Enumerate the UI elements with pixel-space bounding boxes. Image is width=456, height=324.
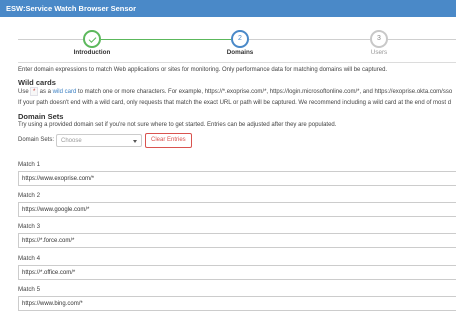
wildcards-line-1: Use * as a wild card to match one or mor… (18, 87, 456, 97)
match-4-input[interactable]: https://*.office.com/* (18, 265, 456, 280)
match-1-label: Match 1 (18, 161, 41, 168)
match-5-label: Match 5 (18, 286, 41, 293)
window-title-bar: ESW:Service Watch Browser Sensor (0, 0, 456, 17)
wildcards-text-mid: as a (37, 89, 53, 95)
wizard-line-right (388, 39, 456, 40)
chevron-down-icon (133, 139, 137, 143)
check-icon (88, 35, 96, 43)
domain-sets-description: Try using a provided domain set if you'r… (18, 122, 337, 128)
step-users-circle[interactable]: 3 (370, 30, 388, 48)
match-3-input[interactable]: https://*.force.com/* (18, 233, 456, 248)
domain-sets-row: Domain Sets: Choose Clear Entries (18, 132, 456, 148)
step-introduction-circle[interactable] (83, 30, 101, 48)
step-domains-circle[interactable]: 2 (231, 30, 249, 48)
match-1: Match 1 https://www.exoprise.com/* (18, 161, 456, 186)
match-2: Match 2 https://www.google.com/* (18, 192, 456, 217)
clear-entries-button[interactable]: Clear Entries (145, 132, 192, 148)
wildcards-heading: Wild cards (18, 78, 56, 87)
match-3: Match 3 https://*.force.com/* (18, 223, 456, 248)
match-4: Match 4 https://*.office.com/* (18, 255, 456, 280)
match-2-label: Match 2 (18, 192, 41, 199)
window-title: ESW:Service Watch Browser Sensor (6, 4, 137, 13)
intro-text: Enter domain expressions to match Web ap… (18, 67, 388, 73)
match-1-input[interactable]: https://www.exoprise.com/* (18, 171, 456, 186)
wildcards-text-pre: Use (18, 89, 31, 95)
domain-sets-label: Domain Sets: (18, 137, 55, 143)
match-3-label: Match 3 (18, 223, 41, 230)
wizard-steps: Introduction 2 Domains 3 Users (0, 17, 456, 62)
match-4-label: Match 4 (18, 255, 41, 262)
wildcards-line-2: If your path doesn't end with a wild car… (18, 100, 452, 106)
domain-sets-select-value: Choose (61, 137, 82, 144)
domain-sets-heading: Domain Sets (18, 112, 64, 121)
match-2-input[interactable]: https://www.google.com/* (18, 202, 456, 217)
domains-panel: Enter domain expressions to match Web ap… (18, 66, 456, 148)
wildcard-link[interactable]: wild card (53, 89, 77, 95)
step-domains-label: Domains (226, 49, 254, 56)
wildcards-text-post: to match one or more characters. For exa… (76, 89, 453, 95)
wildcard-char: * (30, 87, 38, 96)
divider (18, 62, 456, 63)
wizard-line-2 (249, 39, 370, 40)
domain-sets-select[interactable]: Choose (56, 133, 142, 147)
match-5: Match 5 https://www.bing.com/* (18, 286, 456, 311)
wizard-line-1 (101, 39, 231, 40)
step-introduction-label: Introduction (73, 49, 111, 56)
wizard-line-left (18, 39, 83, 40)
step-users-label: Users (370, 49, 388, 56)
match-5-input[interactable]: https://www.bing.com/* (18, 296, 456, 311)
